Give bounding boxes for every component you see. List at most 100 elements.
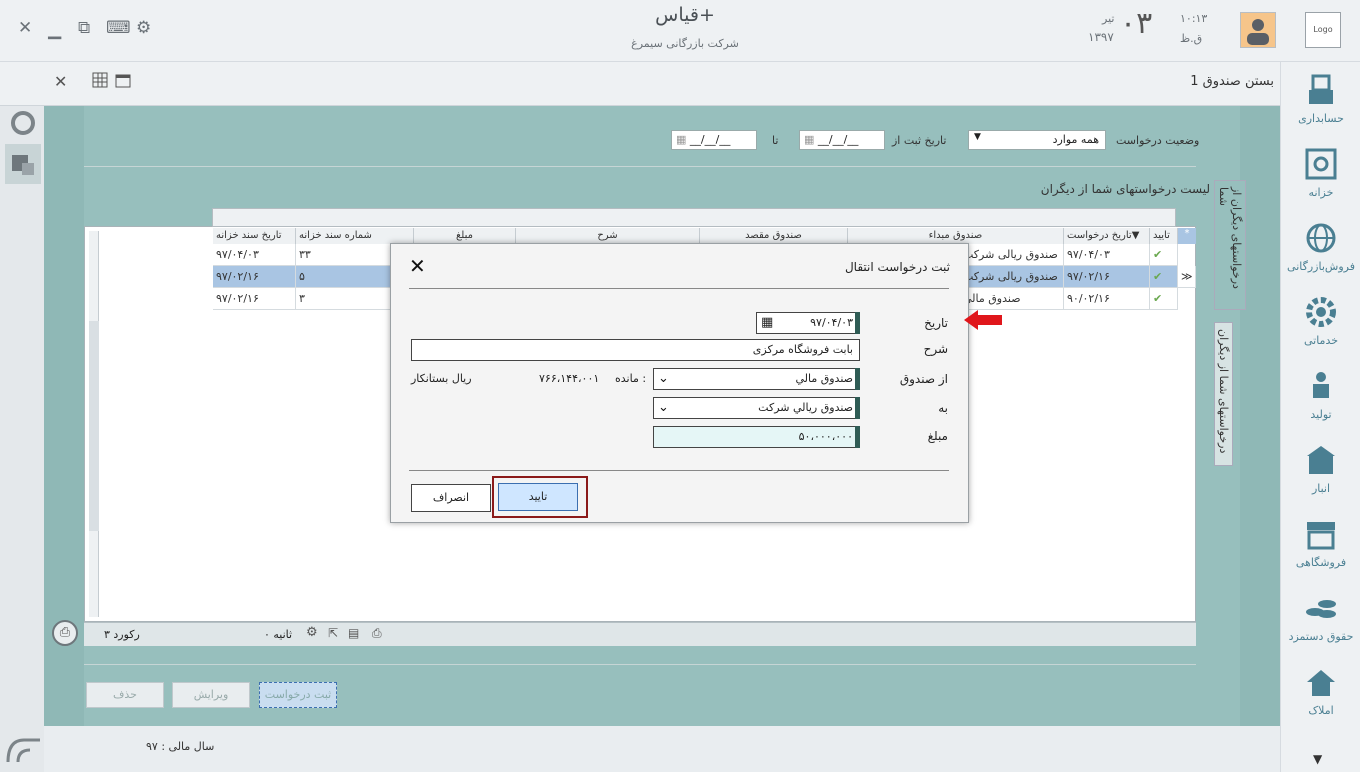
chevron-down-icon[interactable]: ⌄ <box>658 369 669 389</box>
row-doc-date[interactable]: ۹۷/۰۴/۰۳ <box>213 244 296 266</box>
nav-payroll[interactable]: حقوق دستمزد <box>1281 586 1360 660</box>
keyboard-icon[interactable]: ⌨ <box>106 18 131 38</box>
row-source[interactable]: صندوق مالی <box>960 288 1064 310</box>
date-field[interactable]: ۹۷/۰۴/۰۳ ▦ <box>756 312 860 334</box>
nav-warehouse[interactable]: انبار <box>1281 438 1360 512</box>
col-header-request-date-label: تاریخ درخواست <box>1067 230 1132 241</box>
row-source[interactable]: صندوق ریالی شرکت <box>960 244 1064 266</box>
nav-label: خزانه <box>1308 186 1334 199</box>
company-name: شرکت بازرگانی سیمرغ <box>631 37 739 50</box>
balance-status: ریال بستانکار <box>411 372 472 385</box>
date-to-label: تا <box>772 134 779 147</box>
module-sidebar: حسابداری خزانه فروش‌بازرگانی خدماتی تولی… <box>1280 62 1360 772</box>
row-request-date[interactable]: ۹۰/۰۲/۱۶ <box>1064 288 1150 310</box>
nav-production[interactable]: تولید <box>1281 364 1360 438</box>
row-doc-date[interactable]: ۹۷/۰۲/۱۶ <box>213 288 296 310</box>
nav-shop[interactable]: فروشگاهی <box>1281 512 1360 586</box>
to-fund-select[interactable]: صندوق ريالي شرکت ⌄ <box>653 397 860 419</box>
from-fund-select[interactable]: صندوق مالي ⌄ <box>653 368 860 390</box>
safe-icon <box>1305 148 1337 180</box>
field-accent-bar <box>855 397 860 419</box>
tab-my-requests[interactable]: درخواستهای شما از دیگران <box>1214 322 1233 466</box>
sort-desc-icon: ▼ <box>1131 230 1140 241</box>
row-request-date[interactable]: ۹۷/۰۴/۰۳ <box>1064 244 1150 266</box>
nav-treasury[interactable]: خزانه <box>1281 142 1360 216</box>
row-doc-date[interactable]: ۹۷/۰۲/۱۶ <box>213 266 296 288</box>
status-filter-label: وضعیت درخواست <box>1116 134 1200 147</box>
row-request-date[interactable]: ۹۷/۰۲/۱۶ <box>1064 266 1150 288</box>
print-icon[interactable]: ⎙ <box>372 626 382 641</box>
tab-others-requests[interactable]: درخواستهای دیگران از شما <box>1214 180 1246 310</box>
approve-check-icon[interactable]: ✔ <box>1150 244 1178 266</box>
from-fund-label: از صندوق <box>899 372 948 386</box>
calculator-icon[interactable] <box>92 72 108 88</box>
new-request-button[interactable]: ثبت درخواست <box>259 682 337 708</box>
row-doc-number[interactable]: ۳۳ <box>296 244 392 266</box>
confirm-button[interactable]: تایید <box>498 483 578 511</box>
settings-gear-icon[interactable]: ⚙ <box>136 18 151 38</box>
grid-scrollbar[interactable] <box>89 231 99 617</box>
calendar-icon[interactable]: ▦ <box>676 133 686 146</box>
refresh-icon[interactable] <box>8 108 38 138</box>
balance-label: مانده : <box>615 372 647 385</box>
scroll-down-icon[interactable]: ▼ <box>1313 752 1322 766</box>
status-filter-value: همه موارد <box>1052 133 1099 146</box>
house-icon <box>1307 670 1335 696</box>
active-module-tab[interactable] <box>5 144 41 184</box>
print-round-icon[interactable]: ⎙ <box>52 620 78 646</box>
pointer-arrow-icon <box>964 310 1002 330</box>
app-brand-icon <box>6 738 40 763</box>
calendar-icon[interactable] <box>115 72 131 88</box>
col-header-request-date[interactable]: تاریخ درخواست▼ <box>1064 228 1150 244</box>
approve-check-icon[interactable]: ✔ <box>1150 288 1178 310</box>
export-icon[interactable]: ⇱ <box>328 626 338 640</box>
close-icon[interactable]: ✕ <box>18 18 32 38</box>
date-from-label: تاریخ ثبت از <box>892 134 947 147</box>
nav-accounting[interactable]: حسابداری <box>1281 68 1360 142</box>
company-logo: Logo <box>1305 12 1341 48</box>
date-to-input[interactable]: ▦ __/__/__ <box>671 130 757 150</box>
transfer-request-dialog: ✕ ثبت درخواست انتقال تاریخ ۹۷/۰۴/۰۳ ▦ شر… <box>390 243 969 523</box>
list-title: لیست درخواستهای شما از دیگران <box>1040 182 1210 196</box>
amount-value: ۵۰،۰۰۰،۰۰۰ <box>798 430 853 443</box>
date-to-value: __/__/__ <box>689 133 731 146</box>
close-icon[interactable]: ✕ <box>409 254 426 278</box>
calendar-icon[interactable]: ▦ <box>761 313 773 333</box>
nav-label: حقوق دستمزد <box>1288 630 1354 643</box>
date-from-input[interactable]: ▦ __/__/__ <box>799 130 885 150</box>
approve-check-icon[interactable]: ✔ <box>1150 266 1178 288</box>
excel-icon[interactable]: ▤ <box>348 626 359 640</box>
to-fund-value: صندوق ريالي شرکت <box>758 401 853 414</box>
amount-input[interactable]: ۵۰،۰۰۰،۰۰۰ <box>653 426 860 448</box>
col-header-destination[interactable]: صندوق مقصد <box>700 228 848 244</box>
delete-button[interactable]: حذف <box>86 682 164 708</box>
globe-icon <box>1306 223 1336 253</box>
user-avatar[interactable] <box>1240 12 1276 48</box>
row-doc-number[interactable]: ۵ <box>296 266 392 288</box>
col-header-source[interactable]: صندوق مبداء <box>848 228 1064 244</box>
restore-icon[interactable]: ⧉ <box>78 18 90 38</box>
description-input[interactable]: بابت فروشگاه مرکزی <box>411 339 860 361</box>
scrollbar-thumb[interactable] <box>89 321 99 531</box>
nav-property[interactable]: املاک <box>1281 660 1360 734</box>
col-header-approve[interactable]: تایید <box>1150 228 1178 244</box>
col-header-description[interactable]: شرح <box>516 228 700 244</box>
divider <box>409 288 949 289</box>
status-filter-select[interactable]: همه موارد ▼ <box>968 130 1106 150</box>
close-form-icon[interactable]: ✕ <box>54 72 67 91</box>
elapsed-seconds: ۰ ثانیه <box>264 628 293 641</box>
asterisk-icon: * <box>1178 228 1196 244</box>
minimize-icon[interactable]: ▁ <box>48 20 61 40</box>
chevron-down-icon[interactable]: ⌄ <box>658 398 669 418</box>
edit-button[interactable]: ویرایش <box>172 682 250 708</box>
cancel-button[interactable]: انصراف <box>411 484 491 512</box>
col-header-doc-number[interactable]: شماره سند خزانه <box>296 228 414 244</box>
col-header-amount[interactable]: مبلغ <box>414 228 516 244</box>
col-header-doc-date[interactable]: تاریخ سند خزانه <box>213 228 296 244</box>
nav-sales[interactable]: فروش‌بازرگانی <box>1281 216 1360 290</box>
row-source[interactable]: صندوق ریالی شرکت <box>960 266 1064 288</box>
nav-services[interactable]: خدماتی <box>1281 290 1360 364</box>
grid-settings-icon[interactable]: ⚙ <box>306 625 318 640</box>
row-doc-number[interactable]: ۳ <box>296 288 392 310</box>
calendar-icon[interactable]: ▦ <box>804 133 814 146</box>
